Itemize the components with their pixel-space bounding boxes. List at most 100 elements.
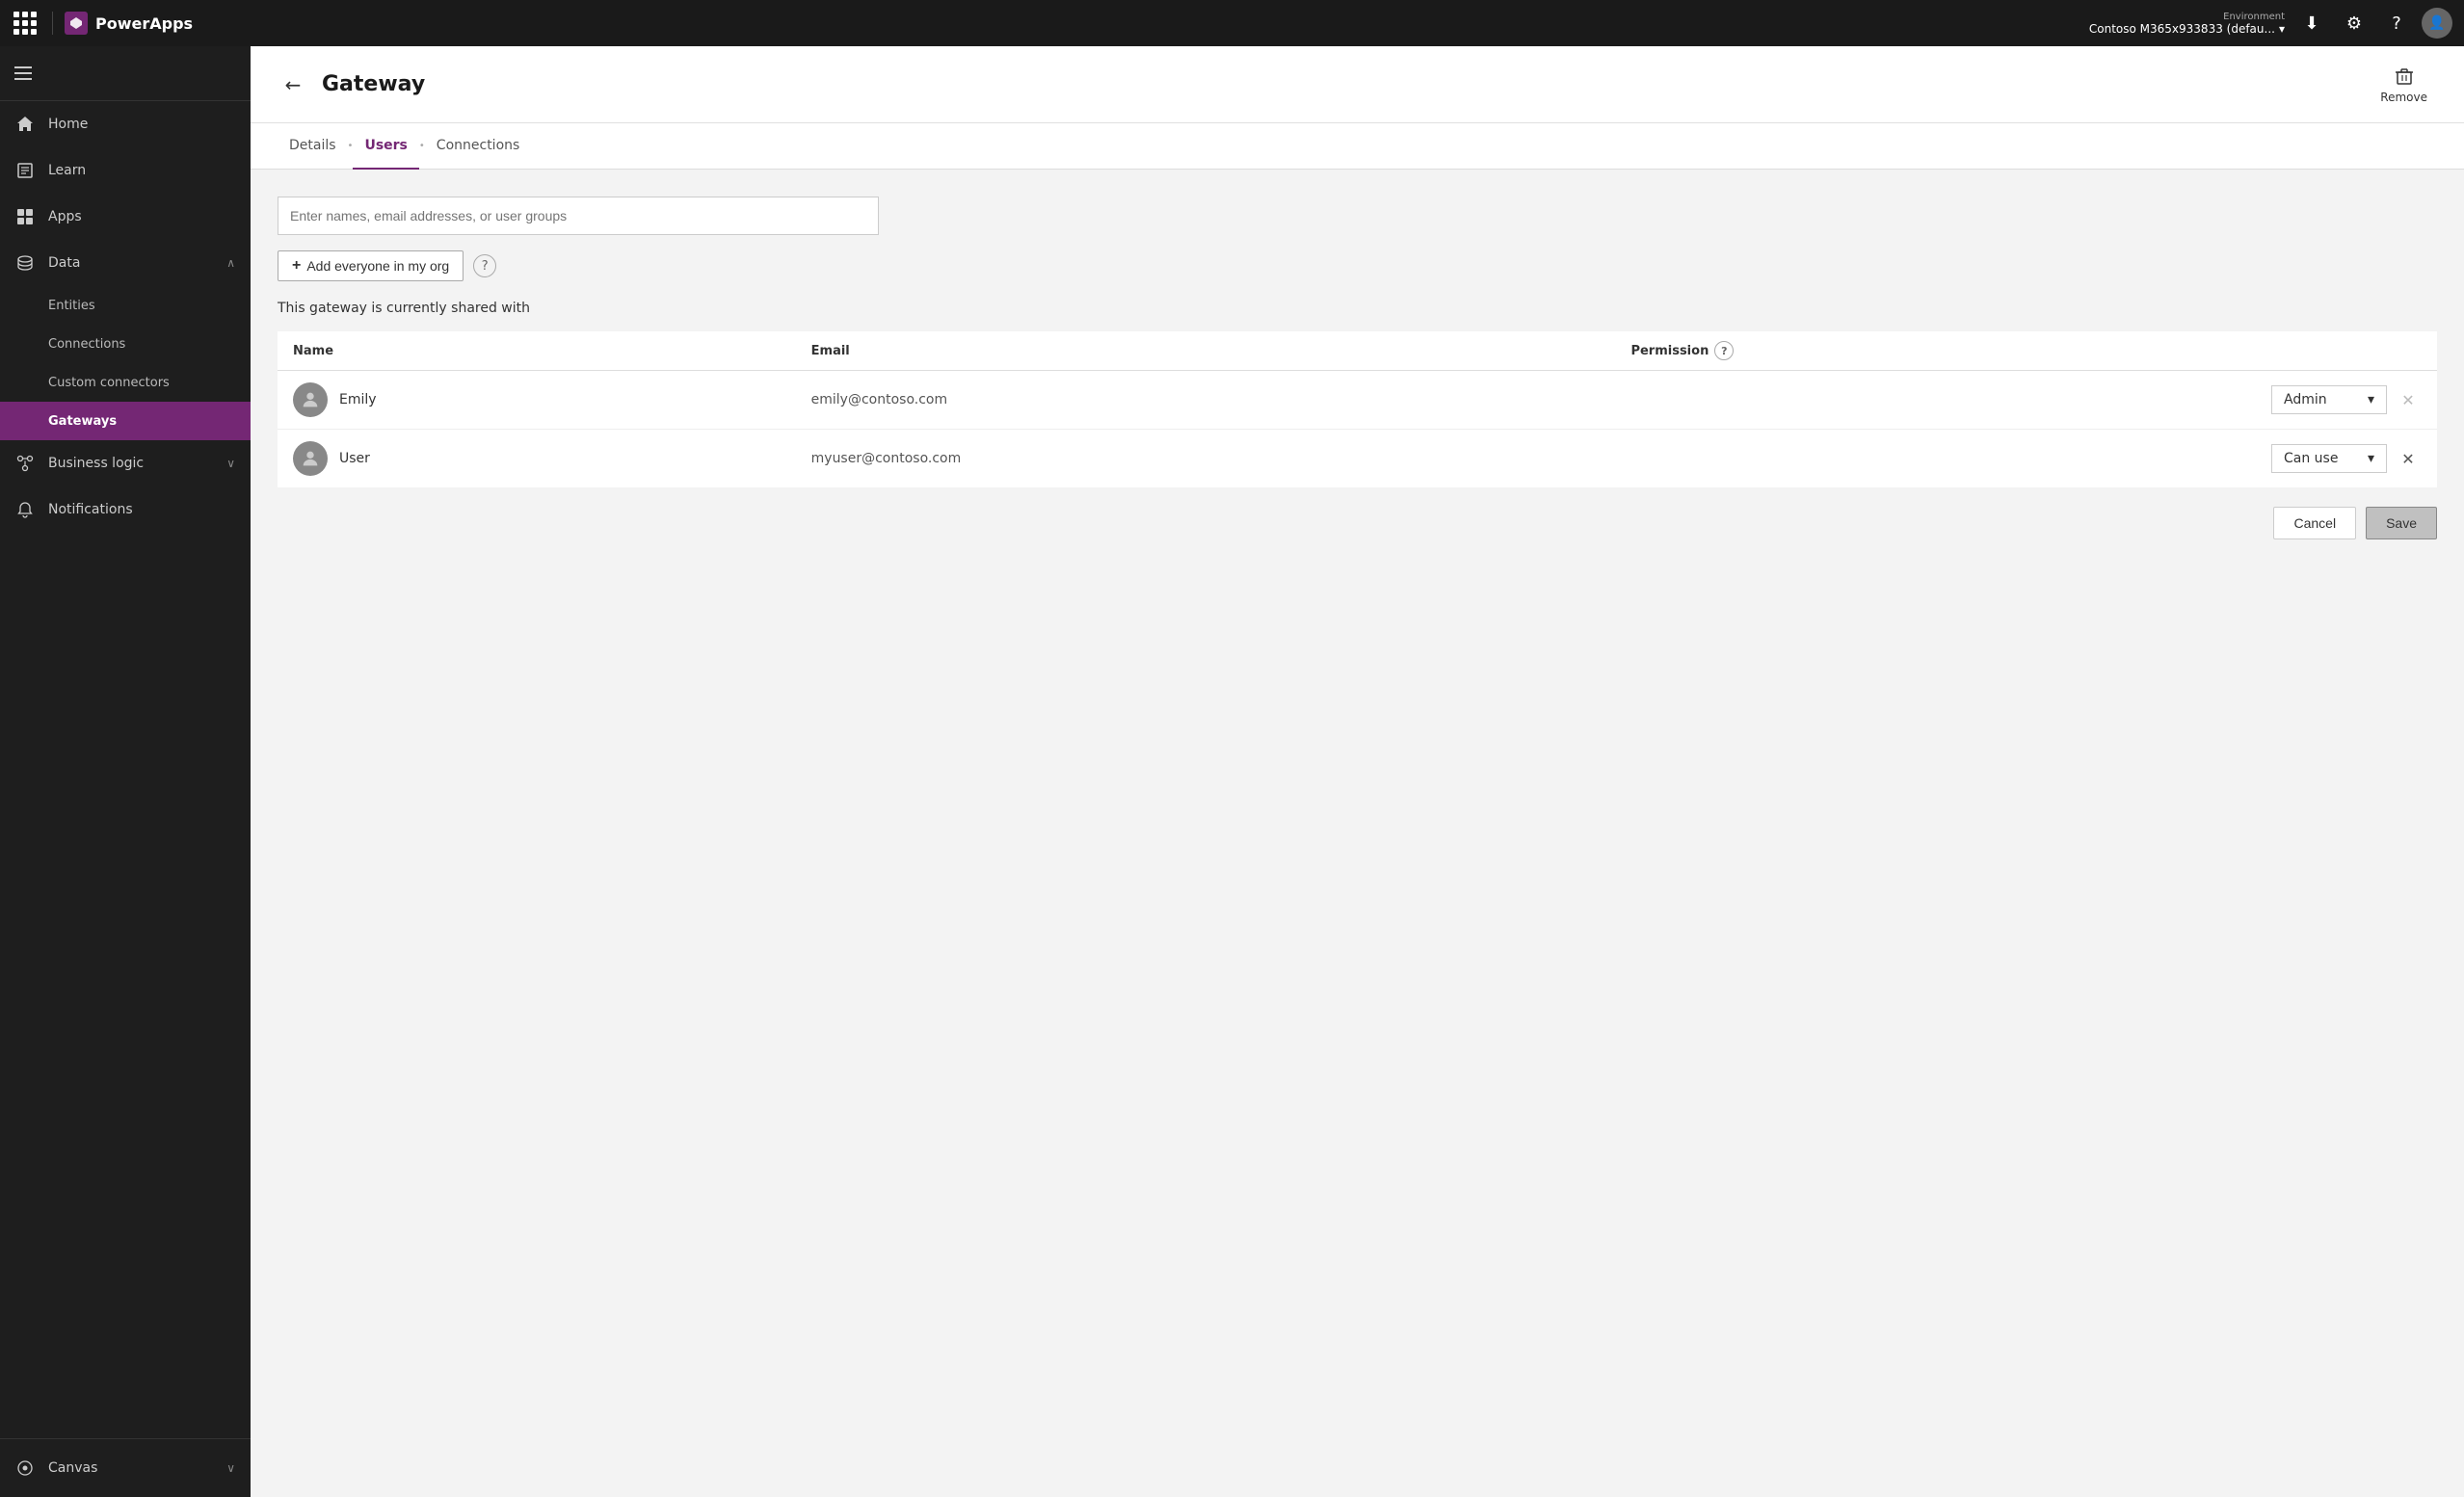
add-everyone-help-icon[interactable]: ? <box>473 254 496 277</box>
col-header-name: Name <box>278 331 796 371</box>
environment-value: Contoso M365x933833 (defau... ▾ <box>2089 22 2285 36</box>
chevron-down-icon: ▾ <box>2368 451 2374 466</box>
shared-with-text: This gateway is currently shared with <box>278 301 2437 316</box>
sidebar-top <box>0 46 251 101</box>
sidebar-item-gateways[interactable]: Gateways <box>0 402 251 440</box>
brand-logo[interactable]: PowerApps <box>52 12 193 35</box>
remove-label: Remove <box>2380 91 2427 104</box>
sidebar-item-entities[interactable]: Entities <box>0 286 251 325</box>
waffle-menu-button[interactable] <box>12 10 39 37</box>
sidebar-item-label-notifications: Notifications <box>48 502 235 517</box>
user-avatar[interactable]: 👤 <box>2422 8 2452 39</box>
sidebar: Home Learn Apps Data ∧ Entities Connecti… <box>0 46 251 1497</box>
sidebar-item-business-logic[interactable]: Business logic ∨ <box>0 440 251 486</box>
tabs-bar: Details • Users • Connections <box>251 123 2464 170</box>
sidebar-item-label-business-logic: Business logic <box>48 456 213 471</box>
main-layout: Home Learn Apps Data ∧ Entities Connecti… <box>0 46 2464 1497</box>
trash-icon <box>2394 66 2415 87</box>
sidebar-item-label-custom-connectors: Custom connectors <box>48 376 170 390</box>
topnav-action-icons: ⬇ ⚙ ? 👤 <box>2294 6 2452 40</box>
sidebar-item-notifications[interactable]: Notifications <box>0 486 251 533</box>
chevron-down-icon: ▾ <box>2368 392 2374 407</box>
remove-user-button[interactable]: ✕ <box>2395 445 2422 472</box>
tab-details[interactable]: Details <box>278 123 348 170</box>
user-name-emily: Emily <box>339 392 377 407</box>
remove-button[interactable]: Remove <box>2371 60 2437 110</box>
user-name-cell: User <box>278 430 796 488</box>
col-header-permission: Permission ? <box>1615 331 2437 371</box>
user-permission-cell-emily: Admin ▾ ✕ <box>1615 371 2437 430</box>
back-button[interactable]: ← <box>278 69 308 100</box>
plus-icon: + <box>292 257 301 275</box>
save-button[interactable]: Save <box>2366 507 2437 539</box>
sidebar-item-connections[interactable]: Connections <box>0 325 251 363</box>
powerapps-icon <box>65 12 88 35</box>
data-chevron-icon: ∧ <box>226 256 235 270</box>
add-everyone-label: Add everyone in my org <box>306 258 449 274</box>
sidebar-item-label-learn: Learn <box>48 163 235 178</box>
add-everyone-row: + Add everyone in my org ? <box>278 250 2437 281</box>
home-icon <box>15 115 35 134</box>
cancel-button[interactable]: Cancel <box>2273 507 2356 539</box>
remove-user-emily-button[interactable]: ✕ <box>2395 386 2422 413</box>
business-logic-chevron-icon: ∨ <box>226 457 235 470</box>
add-everyone-button[interactable]: + Add everyone in my org <box>278 250 464 281</box>
sidebar-item-label-entities: Entities <box>48 299 95 313</box>
data-icon <box>15 253 35 273</box>
user-name-cell: Emily <box>278 371 796 430</box>
page-header-left: ← Gateway <box>278 69 425 100</box>
sidebar-item-learn[interactable]: Learn <box>0 147 251 194</box>
search-input[interactable] <box>278 197 879 235</box>
user-email-emily: emily@contoso.com <box>811 392 947 407</box>
tab-users-label: Users <box>364 138 407 153</box>
actions-row: Cancel Save <box>278 507 2437 539</box>
sidebar-item-custom-connectors[interactable]: Custom connectors <box>0 363 251 402</box>
sidebar-item-label-data: Data <box>48 255 213 271</box>
sidebar-item-label-canvas: Canvas <box>48 1460 213 1476</box>
sidebar-item-home[interactable]: Home <box>0 101 251 147</box>
page-title: Gateway <box>322 72 425 96</box>
settings-button[interactable]: ⚙ <box>2337 6 2371 40</box>
page-header: ← Gateway Remove <box>251 46 2464 123</box>
book-icon <box>15 161 35 180</box>
content-area: ← Gateway Remove Details <box>251 46 2464 1497</box>
tab-connections[interactable]: Connections <box>425 123 532 170</box>
sidebar-bottom: Canvas ∨ <box>0 1438 251 1497</box>
sidebar-menu-toggle[interactable] <box>0 54 46 92</box>
avatar <box>293 441 328 476</box>
table-row: User myuser@contoso.com Can use ▾ <box>278 430 2437 488</box>
permission-dropdown-user[interactable]: Can use ▾ <box>2271 444 2387 473</box>
sidebar-item-data[interactable]: Data ∧ <box>0 240 251 286</box>
user-permission-cell-user: Can use ▾ ✕ <box>1615 430 2437 488</box>
sidebar-item-canvas[interactable]: Canvas ∨ <box>0 1447 251 1489</box>
sidebar-item-label-apps: Apps <box>48 209 235 224</box>
user-email-user: myuser@contoso.com <box>811 451 962 466</box>
chevron-down-icon: ▾ <box>2279 22 2285 36</box>
tab-users[interactable]: Users <box>353 123 418 170</box>
users-table: Name Email Permission ? <box>278 331 2437 487</box>
download-button[interactable]: ⬇ <box>2294 6 2329 40</box>
sidebar-item-label-gateways: Gateways <box>48 414 117 429</box>
sidebar-item-apps[interactable]: Apps <box>0 194 251 240</box>
apps-icon <box>15 207 35 226</box>
canvas-chevron-icon: ∨ <box>226 1461 235 1475</box>
sidebar-item-label-connections: Connections <box>48 337 125 352</box>
top-navigation: PowerApps Environment Contoso M365x93383… <box>0 0 2464 46</box>
tab-connections-label: Connections <box>437 138 520 153</box>
business-logic-icon <box>15 454 35 473</box>
help-button[interactable]: ? <box>2379 6 2414 40</box>
bell-icon <box>15 500 35 519</box>
permission-dropdown-emily[interactable]: Admin ▾ <box>2271 385 2387 414</box>
user-email-cell-emily: emily@contoso.com <box>796 371 1616 430</box>
page-content: + Add everyone in my org ? This gateway … <box>251 170 2464 1497</box>
tab-details-label: Details <box>289 138 336 153</box>
avatar <box>293 382 328 417</box>
canvas-icon <box>15 1458 35 1478</box>
sidebar-item-label-home: Home <box>48 117 235 132</box>
permission-value-emily: Admin <box>2284 392 2327 407</box>
search-bar-row <box>278 197 2437 235</box>
permission-help-icon[interactable]: ? <box>1714 341 1734 360</box>
environment-selector[interactable]: Environment Contoso M365x933833 (defau..… <box>2089 12 2285 36</box>
user-email-cell-user: myuser@contoso.com <box>796 430 1616 488</box>
table-row: Emily emily@contoso.com Admin ▾ <box>278 371 2437 430</box>
